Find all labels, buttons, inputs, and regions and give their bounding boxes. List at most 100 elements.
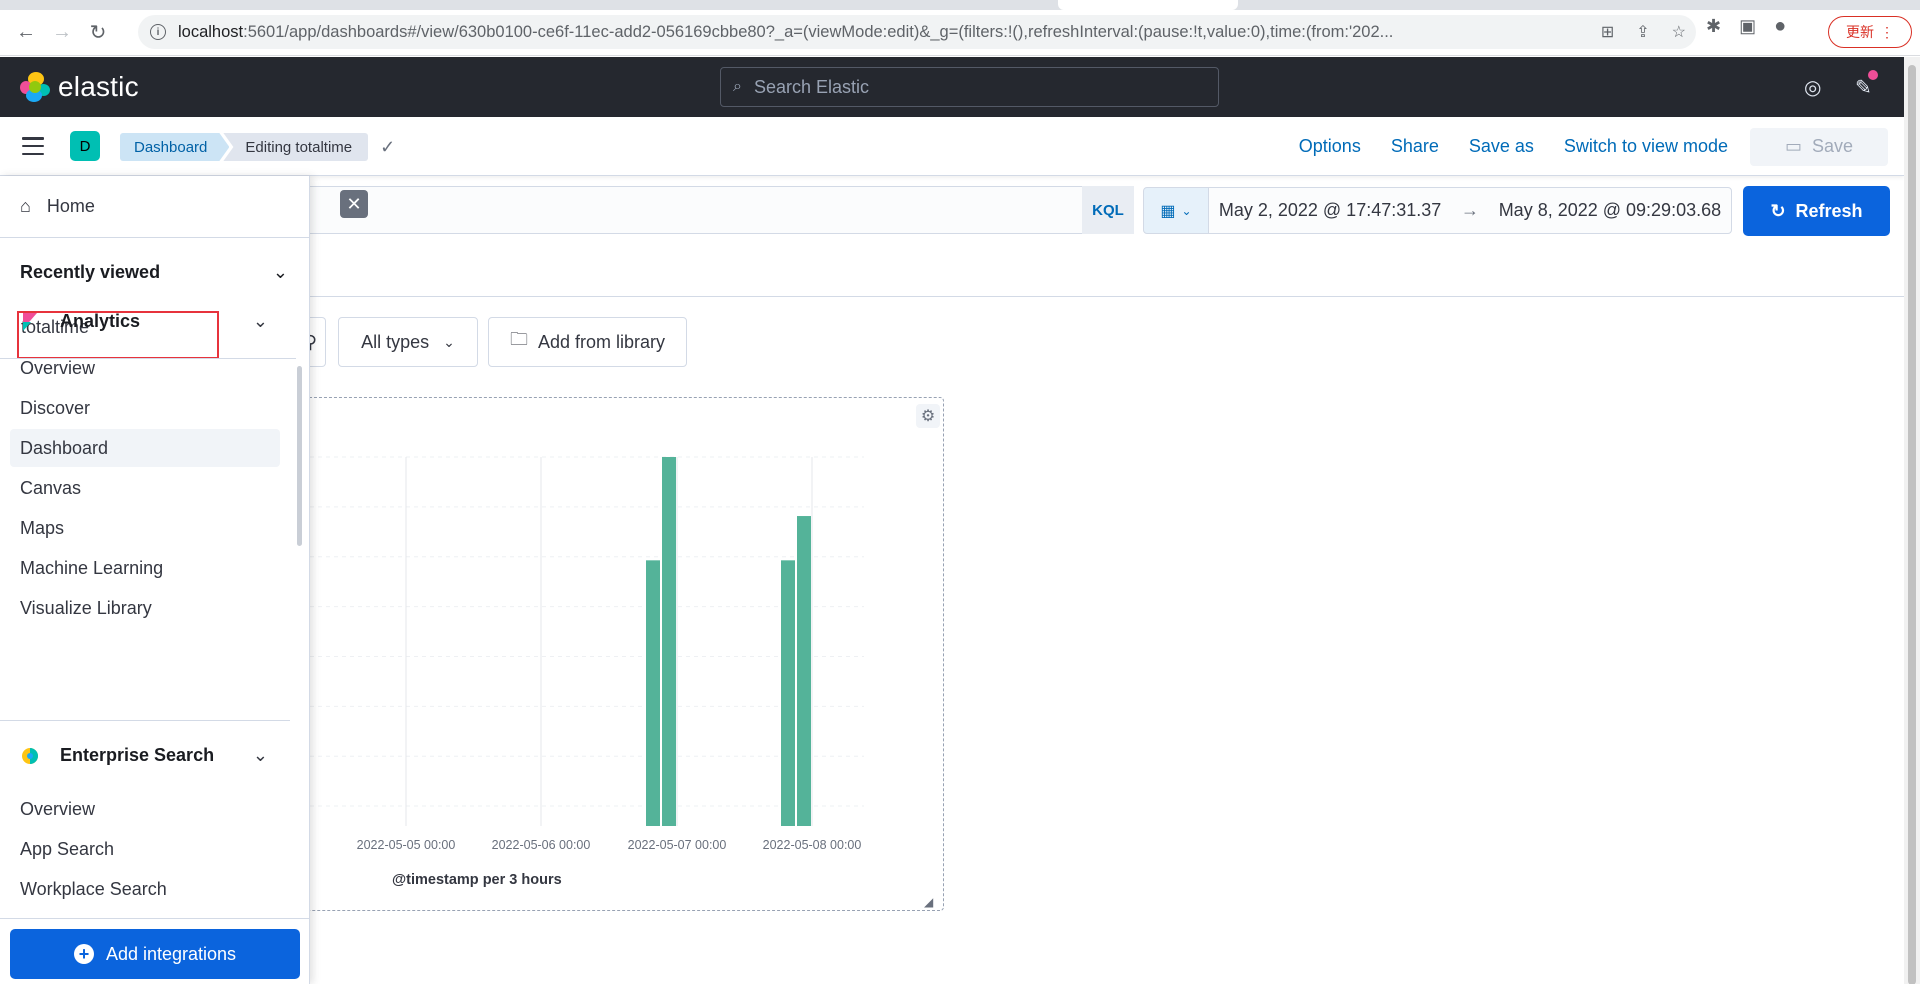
- end-date[interactable]: May 8, 2022 @ 09:29:03.68: [1499, 200, 1721, 221]
- divider: [0, 918, 310, 919]
- enterprise-search-section-header[interactable]: Enterprise Search ⌄: [20, 745, 268, 766]
- nav-item-overview[interactable]: Overview: [10, 349, 280, 387]
- nav-item-machine-learning[interactable]: Machine Learning: [10, 549, 280, 587]
- page-scrollbar[interactable]: [1904, 57, 1920, 984]
- chart-bar[interactable]: [646, 560, 660, 826]
- check-icon[interactable]: ✓: [380, 137, 395, 158]
- x-tick-label: 2022-05-07 00:00: [628, 838, 727, 852]
- translate-icon[interactable]: ⊞: [1601, 22, 1614, 42]
- url-host: localhost: [178, 22, 244, 41]
- all-types-label: All types: [361, 331, 430, 352]
- nav-item-es-workplace-search[interactable]: Workplace Search: [10, 870, 280, 908]
- menu-toggle-icon[interactable]: [22, 137, 44, 155]
- resize-handle-icon[interactable]: ◢: [924, 895, 933, 909]
- enterprise-search-logo-icon: [22, 747, 38, 764]
- nav-scrollbar[interactable]: [297, 366, 302, 546]
- refresh-icon: ↻: [1770, 200, 1786, 221]
- address-bar[interactable]: i localhost:5601/app/dashboards#/view/63…: [138, 15, 1696, 49]
- side-panel-icon[interactable]: ▣: [1739, 16, 1756, 37]
- nav-home[interactable]: ⌂ Home: [0, 176, 310, 238]
- chevron-down-icon: ⌄: [252, 745, 268, 765]
- extensions-icon[interactable]: ✱: [1706, 16, 1721, 37]
- help-icon[interactable]: ◎: [1804, 75, 1821, 100]
- nav-home-label: Home: [46, 196, 95, 216]
- analytics-title: Analytics: [60, 311, 141, 331]
- notification-dot: [1868, 70, 1878, 80]
- elastic-logo-icon: [20, 72, 50, 102]
- global-search-input[interactable]: ⌕ Search Elastic: [720, 67, 1219, 107]
- browser-toolbar: ← → ↻ i localhost:5601/app/dashboards#/v…: [0, 10, 1920, 56]
- site-info-icon[interactable]: i: [150, 24, 166, 40]
- nav-item-visualize-library[interactable]: Visualize Library: [10, 589, 280, 627]
- date-quick-menu-button[interactable]: ▦ ⌄: [1143, 187, 1209, 234]
- switch-view-mode-link[interactable]: Switch to view mode: [1564, 136, 1728, 157]
- breadcrumb-current: Editing totaltime: [223, 133, 369, 161]
- update-button[interactable]: 更新 ⋮: [1828, 16, 1912, 48]
- nav-item-canvas[interactable]: Canvas: [10, 469, 280, 507]
- close-icon[interactable]: ✕: [340, 190, 368, 218]
- start-date[interactable]: May 2, 2022 @ 17:47:31.37: [1219, 200, 1441, 221]
- x-axis-title: @timestamp per 3 hours: [392, 872, 562, 888]
- browser-tabstrip: [0, 0, 1920, 10]
- nav-item-es-app-search[interactable]: App Search: [10, 830, 280, 868]
- add-from-library-button[interactable]: 🗀 Add from library: [488, 317, 687, 367]
- chevron-down-icon: ⌄: [1181, 203, 1192, 218]
- url-path: :5601/app/dashboards#/view/630b0100-ce6f…: [243, 22, 1394, 41]
- forward-icon[interactable]: →: [44, 15, 80, 51]
- kql-toggle[interactable]: KQL: [1082, 186, 1134, 234]
- save-disk-icon: ▭: [1784, 136, 1802, 156]
- add-integrations-button[interactable]: + Add integrations: [10, 929, 300, 979]
- gear-icon[interactable]: ⚙: [916, 404, 940, 428]
- options-link[interactable]: Options: [1299, 136, 1361, 157]
- home-icon: ⌂: [20, 196, 31, 216]
- x-tick-label: 2022-05-05 00:00: [357, 838, 456, 852]
- breadcrumb: Dashboard Editing totaltime ✓: [120, 133, 395, 161]
- nav-item-dashboard[interactable]: Dashboard: [10, 429, 280, 467]
- nav-item-discover[interactable]: Discover: [10, 389, 280, 427]
- divider: [254, 296, 1904, 297]
- profile-icon[interactable]: ●: [1774, 15, 1786, 38]
- add-from-library-label: Add from library: [537, 331, 666, 352]
- active-tab[interactable]: [1058, 0, 1238, 10]
- date-range-picker[interactable]: May 2, 2022 @ 17:47:31.37 → May 8, 2022 …: [1208, 187, 1732, 234]
- menu-dots-icon: ⋮: [1880, 23, 1894, 40]
- nav-item-maps[interactable]: Maps: [10, 509, 280, 547]
- app-header: D Dashboard Editing totaltime ✓ Options …: [0, 117, 1904, 176]
- share-link[interactable]: Share: [1391, 136, 1439, 157]
- analytics-section-header[interactable]: Analytics ⌄: [20, 311, 268, 332]
- bar-chart: 002022-05-05 00:002022-05-06 00:002022-0…: [254, 456, 864, 852]
- refresh-button[interactable]: ↻ Refresh: [1743, 186, 1890, 236]
- chevron-down-icon: ⌄: [272, 262, 288, 282]
- save-label: Save: [1811, 136, 1854, 156]
- kibana-header: elastic ⌕ Search Elastic ◎ ✎: [0, 57, 1904, 117]
- brand-name: elastic: [58, 71, 139, 102]
- space-avatar[interactable]: D: [70, 131, 100, 161]
- kibana-logo-icon: [23, 312, 37, 331]
- folder-icon: 🗀: [509, 329, 528, 349]
- plus-circle-icon: +: [73, 944, 94, 964]
- save-button[interactable]: ▭ Save: [1750, 127, 1888, 166]
- breadcrumb-dashboard[interactable]: Dashboard: [120, 133, 229, 161]
- reload-icon[interactable]: ↻: [80, 15, 116, 51]
- query-input[interactable]: [254, 186, 1134, 234]
- chevron-down-icon: ⌄: [443, 333, 455, 350]
- back-icon[interactable]: ←: [8, 15, 44, 51]
- enterprise-search-title: Enterprise Search: [60, 745, 215, 765]
- divider: [0, 720, 290, 721]
- share-icon[interactable]: ⇪: [1636, 22, 1649, 42]
- side-nav-flyout: ⌂ Home Recently viewed ⌄ totaltime Analyti…: [0, 176, 310, 984]
- chart-bar[interactable]: [781, 560, 795, 826]
- bookmark-star-icon[interactable]: ☆: [1672, 22, 1686, 42]
- save-as-link[interactable]: Save as: [1469, 136, 1534, 157]
- chevron-down-icon: ⌄: [252, 311, 268, 331]
- refresh-label: Refresh: [1795, 200, 1863, 221]
- url-text[interactable]: localhost:5601/app/dashboards#/view/630b…: [178, 23, 1598, 42]
- elastic-logo[interactable]: elastic: [20, 71, 139, 103]
- chart-bar[interactable]: [797, 516, 811, 826]
- all-types-button[interactable]: All types ⌄: [338, 317, 478, 367]
- x-tick-label: 2022-05-06 00:00: [492, 838, 591, 852]
- recently-viewed-header[interactable]: Recently viewed ⌄: [20, 262, 288, 283]
- nav-item-es-overview[interactable]: Overview: [10, 790, 280, 828]
- chart-bar[interactable]: [662, 457, 676, 826]
- search-icon: ⌕: [733, 78, 742, 95]
